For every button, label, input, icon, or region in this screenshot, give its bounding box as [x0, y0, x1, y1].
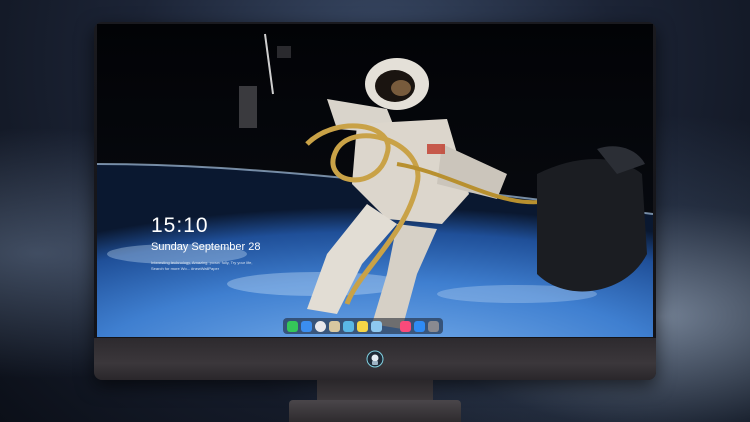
safari-icon[interactable]: [315, 320, 326, 332]
wallpaper-caption: Interesting technology, Amazing, power f…: [151, 260, 253, 271]
photos-icon[interactable]: [371, 320, 382, 332]
app-store-icon[interactable]: [414, 320, 425, 332]
camera-icon[interactable]: [428, 320, 439, 332]
monitor-chin: [94, 338, 656, 380]
lock-screen-date: Sunday September 28: [151, 241, 261, 253]
screen: 15:10 Sunday September 28 Interesting te…: [97, 24, 653, 337]
finder-icon[interactable]: [301, 320, 312, 332]
wallpaper-astronaut: [97, 24, 653, 337]
preview-icon[interactable]: [329, 320, 340, 332]
lock-screen-time: 15:10: [151, 214, 209, 237]
music-icon[interactable]: [400, 320, 411, 332]
claquette-icon[interactable]: [343, 320, 354, 332]
messages-icon[interactable]: [287, 320, 298, 332]
brand-logo-icon: [366, 350, 384, 368]
monitor: 15:10 Sunday September 28 Interesting te…: [94, 22, 656, 380]
notes-icon[interactable]: [357, 320, 368, 332]
dock: [283, 318, 443, 334]
monitor-stand-neck: [317, 380, 433, 402]
monitor-stand-base: [289, 400, 461, 422]
lock-screen-clock: 15:10 Sunday September 28 Interesting te…: [151, 214, 261, 271]
